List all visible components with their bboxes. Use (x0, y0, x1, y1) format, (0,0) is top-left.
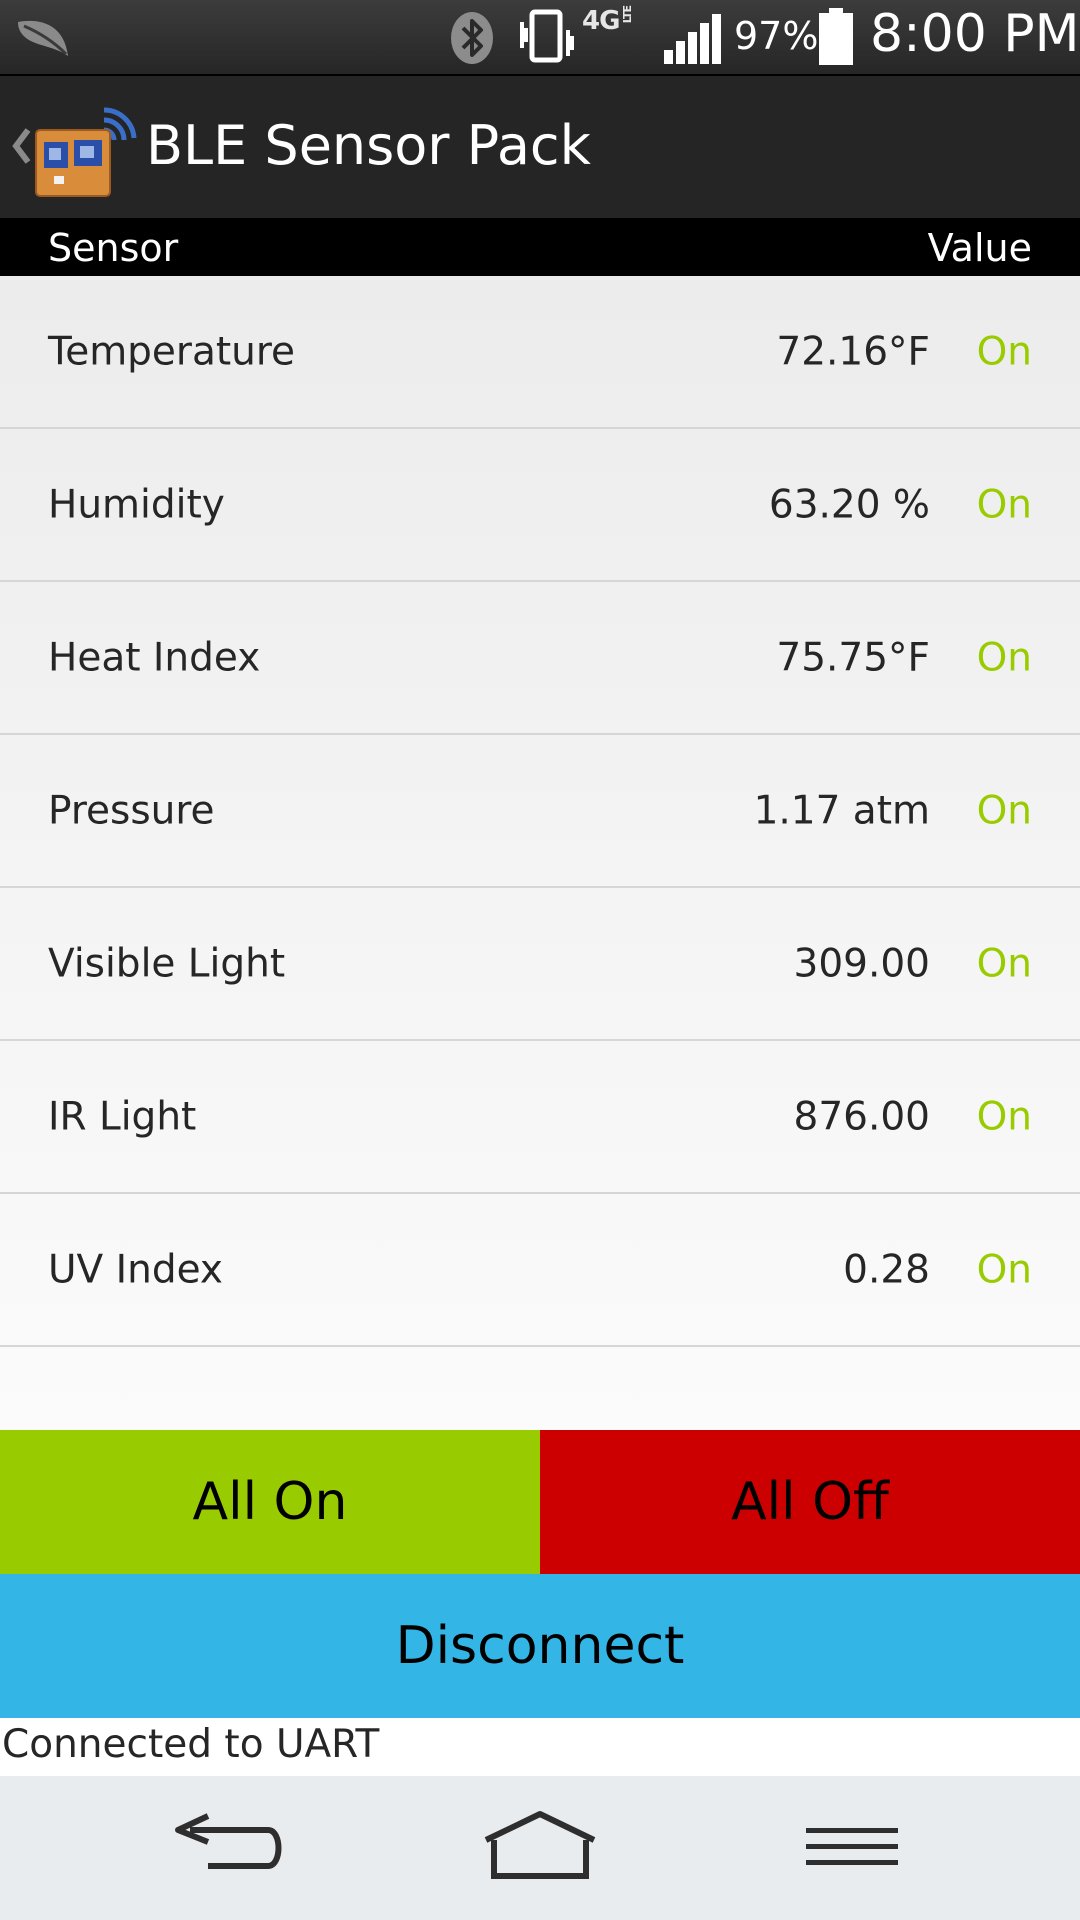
sensor-state-toggle[interactable]: On (977, 788, 1032, 833)
page-title: BLE Sensor Pack (146, 114, 591, 177)
sensor-row-ir-light[interactable]: IR Light 876.00 On (0, 1041, 1080, 1194)
sensor-name: Pressure (48, 788, 215, 833)
sensor-state-toggle[interactable]: On (977, 635, 1032, 680)
sensor-name: Temperature (48, 329, 296, 374)
sensor-value: 1.17 atm (753, 788, 930, 833)
sensor-row-humidity[interactable]: Humidity 63.20 % On (0, 429, 1080, 582)
sensor-name: Heat Index (48, 635, 261, 680)
battery-percent: 97% (734, 14, 819, 58)
sensor-value: 0.28 (843, 1247, 930, 1292)
sensor-state-toggle[interactable]: On (977, 941, 1032, 986)
header-sensor: Sensor (48, 226, 179, 270)
sensor-row-visible-light[interactable]: Visible Light 309.00 On (0, 888, 1080, 1041)
home-icon[interactable] (480, 1810, 600, 1886)
connection-status: Connected to UART (2, 1722, 380, 1767)
back-icon[interactable] (168, 1810, 288, 1886)
status-clock: 8:00 PM (870, 4, 1080, 64)
all-on-button[interactable]: All On (0, 1430, 540, 1574)
battery-icon (819, 8, 853, 65)
sensor-row-pressure[interactable]: Pressure 1.17 atm On (0, 735, 1080, 888)
sensor-row-uv-index[interactable]: UV Index 0.28 On (0, 1194, 1080, 1347)
sensor-name: IR Light (48, 1094, 197, 1139)
app-board-icon (35, 107, 137, 197)
action-bar[interactable]: BLE Sensor Pack (0, 76, 1080, 218)
sensor-list[interactable]: Temperature 72.16°F On Humidity 63.20 % … (0, 276, 1080, 1430)
screen: 4G LTE 97% 8:00 PM BLE Sensor Pack Senso… (0, 0, 1080, 1920)
sensor-name: UV Index (48, 1247, 223, 1292)
signal-icon (664, 14, 721, 64)
status-bar: 4G LTE 97% 8:00 PM (0, 0, 1080, 76)
header-value: Value (927, 226, 1032, 270)
network-sub-label: LTE (621, 6, 635, 24)
sensor-value: 72.16°F (776, 329, 930, 374)
navigation-bar (0, 1776, 1080, 1920)
lte-icon: 4G LTE (582, 6, 634, 36)
sensor-state-toggle[interactable]: On (977, 1247, 1032, 1292)
all-off-button[interactable]: All Off (540, 1430, 1080, 1574)
sensor-state-toggle[interactable]: On (977, 329, 1032, 374)
network-label: 4G (582, 6, 620, 36)
sensor-row-heat-index[interactable]: Heat Index 75.75°F On (0, 582, 1080, 735)
up-chevron-icon[interactable] (10, 126, 32, 166)
sensor-value: 309.00 (793, 941, 930, 986)
vibrate-icon (520, 9, 574, 63)
sensor-value: 63.20 % (768, 482, 930, 527)
sensor-state-toggle[interactable]: On (977, 1094, 1032, 1139)
leaf-notification-icon (18, 20, 68, 56)
sensor-name: Humidity (48, 482, 225, 527)
sensor-name: Visible Light (48, 941, 286, 986)
sensor-row-temperature[interactable]: Temperature 72.16°F On (0, 276, 1080, 429)
disconnect-button[interactable]: Disconnect (0, 1574, 1080, 1718)
menu-icon[interactable] (792, 1810, 912, 1886)
column-header: Sensor Value (0, 218, 1080, 276)
sensor-state-toggle[interactable]: On (977, 482, 1032, 527)
bluetooth-icon (451, 12, 493, 64)
sensor-value: 75.75°F (776, 635, 930, 680)
sensor-value: 876.00 (793, 1094, 930, 1139)
